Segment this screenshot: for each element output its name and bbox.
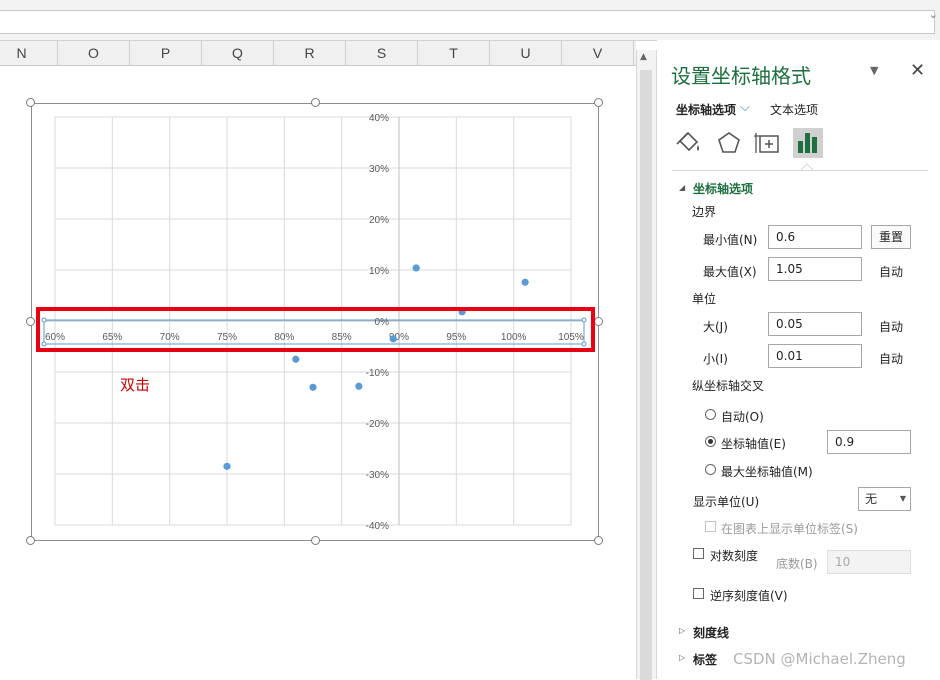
expand-triangle-icon[interactable]: ▷: [679, 653, 685, 662]
y-tick-label: -10%: [366, 368, 389, 379]
axis-value-input[interactable]: 0.9: [827, 430, 911, 454]
display-units-value: 无: [865, 492, 878, 506]
radio-max-axis-value-label[interactable]: 最大坐标轴值(M): [721, 463, 813, 480]
y-tick-label: 10%: [369, 266, 389, 277]
base-label: 底数(B): [776, 557, 818, 571]
axis-options-bar-icon: [798, 133, 817, 153]
y-tick-label: -20%: [366, 419, 389, 430]
y-tick-label: 20%: [369, 215, 389, 226]
tab-axis-options[interactable]: 坐标轴选项: [676, 101, 736, 118]
y-tick-label: -30%: [366, 470, 389, 481]
units-label: 单位: [692, 292, 717, 306]
resize-handle[interactable]: [311, 536, 320, 545]
resize-handle[interactable]: [311, 98, 320, 107]
dropdown-caret-icon: ▼: [899, 494, 906, 503]
reverse-order-checkbox[interactable]: [693, 588, 704, 599]
tab-text-options[interactable]: 文本选项: [770, 101, 818, 118]
auto-label: 自动: [879, 265, 904, 279]
radio-auto[interactable]: [705, 409, 716, 420]
major-label: 大(J): [703, 320, 728, 334]
data-point: [309, 383, 317, 391]
radio-max-axis-value[interactable]: [705, 464, 716, 475]
size-properties-icon[interactable]: [753, 129, 783, 157]
resize-handle[interactable]: [26, 317, 35, 326]
radio-auto-label[interactable]: 自动(O): [721, 408, 764, 425]
scrollbar-thumb[interactable]: [640, 70, 652, 680]
section-axis-options[interactable]: 坐标轴选项: [693, 180, 753, 197]
chevron-down-icon[interactable]: ⌵: [740, 100, 750, 115]
formula-expand-icon[interactable]: ⌄: [929, 8, 938, 21]
vertical-axis-crosses-label: 纵坐标轴交叉: [692, 379, 765, 393]
annotation-highlight-frame: [36, 307, 595, 352]
bounds-label: 边界: [692, 205, 717, 219]
log-scale-checkbox[interactable]: [693, 548, 704, 559]
tab-pointer-icon: [801, 163, 813, 171]
reset-button[interactable]: 重置: [871, 225, 911, 249]
section-labels[interactable]: 标签: [693, 651, 717, 668]
auto-label: 自动: [879, 320, 904, 334]
min-bound-input[interactable]: 0.6: [768, 225, 862, 249]
vertical-scrollbar[interactable]: ▲: [636, 50, 657, 680]
pane-divider: [672, 170, 928, 171]
effects-pentagon-icon[interactable]: [714, 129, 744, 157]
y-tick-label: -40%: [366, 521, 389, 532]
reverse-order-label: 逆序刻度值(V): [710, 589, 788, 603]
data-point: [412, 264, 420, 272]
resize-handle[interactable]: [594, 98, 603, 107]
y-tick-label: 30%: [369, 164, 389, 175]
major-unit-input[interactable]: 0.05: [768, 312, 862, 336]
radio-axis-value-label[interactable]: 坐标轴值(E): [721, 435, 786, 452]
display-units-label: 显示单位(U): [693, 495, 760, 509]
data-point: [521, 278, 529, 286]
scroll-up-icon[interactable]: ▲: [640, 52, 647, 62]
data-point: [355, 382, 363, 390]
show-units-checkbox[interactable]: [705, 521, 716, 532]
data-point: [292, 355, 300, 363]
max-label: 最大值(X): [703, 265, 757, 279]
watermark: CSDN @Michael.Zheng: [733, 650, 906, 668]
annotation-text: 双击: [120, 376, 151, 394]
pane-options-icon[interactable]: ▼: [870, 64, 878, 77]
log-base-input[interactable]: 10: [827, 550, 911, 574]
show-units-label: 在图表上显示单位标签(S): [721, 522, 858, 536]
auto-label: 自动: [879, 352, 904, 366]
max-bound-input[interactable]: 1.05: [768, 257, 862, 281]
radio-axis-value[interactable]: [705, 436, 716, 447]
y-tick-label: 40%: [369, 113, 389, 124]
min-label: 最小值(N): [703, 233, 758, 247]
fill-line-icon[interactable]: [674, 129, 704, 157]
resize-handle[interactable]: [594, 317, 603, 326]
close-icon[interactable]: ✕: [910, 60, 925, 81]
expand-triangle-icon[interactable]: ▷: [679, 626, 685, 635]
collapse-triangle-icon[interactable]: ◢: [679, 183, 685, 192]
minor-unit-input[interactable]: 0.01: [768, 344, 862, 368]
resize-handle[interactable]: [26, 98, 35, 107]
display-units-select[interactable]: 无 ▼: [858, 487, 911, 511]
log-scale-label: 对数刻度: [710, 549, 759, 563]
minor-label: 小(I): [703, 352, 728, 366]
section-tick-marks[interactable]: 刻度线: [693, 624, 729, 641]
resize-handle[interactable]: [594, 536, 603, 545]
resize-handle[interactable]: [26, 536, 35, 545]
pane-title: 设置坐标轴格式: [671, 64, 811, 88]
axis-options-tab-selected[interactable]: [793, 128, 823, 158]
data-point: [223, 462, 231, 470]
